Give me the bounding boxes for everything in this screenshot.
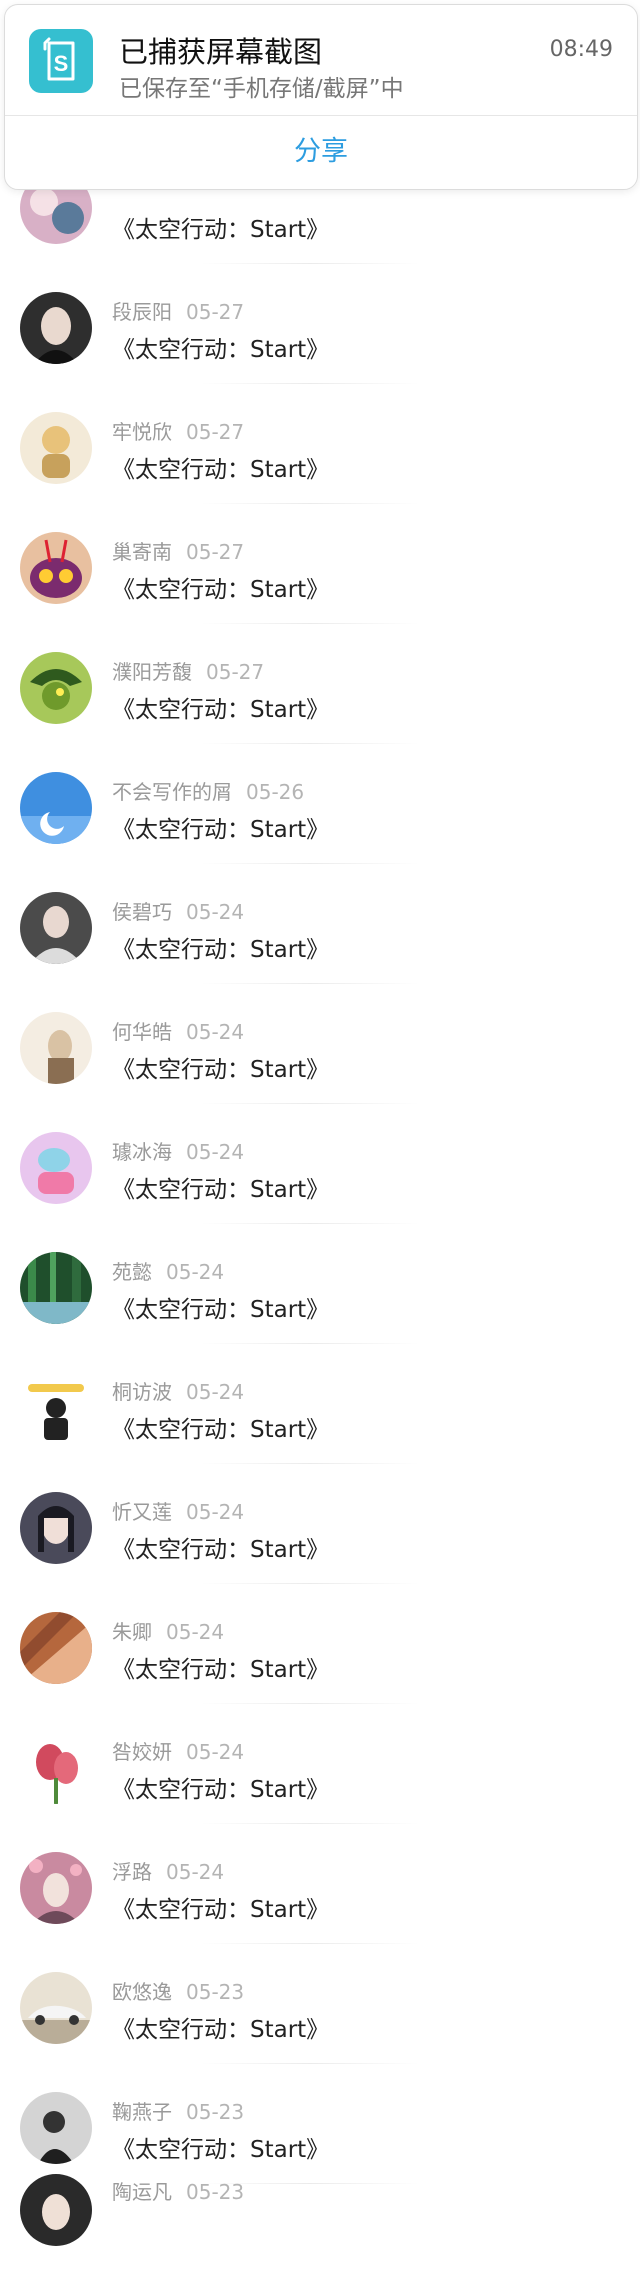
avatar[interactable] bbox=[20, 2174, 92, 2246]
post-date: 05-23 bbox=[186, 1980, 245, 2004]
avatar[interactable] bbox=[20, 1732, 92, 1804]
post-date: 05-27 bbox=[206, 660, 265, 684]
avatar[interactable] bbox=[20, 1132, 92, 1204]
author-name[interactable]: 桐访波 bbox=[112, 1380, 172, 1404]
comment-title[interactable]: 《太空行动：Start》 bbox=[112, 2010, 329, 2044]
avatar[interactable] bbox=[20, 412, 92, 484]
divider bbox=[5, 115, 637, 116]
list-item[interactable]: 巢寄南 05-27 《太空行动：Start》 bbox=[0, 504, 640, 624]
author-name[interactable]: 苑懿 bbox=[112, 1260, 152, 1284]
avatar[interactable] bbox=[20, 652, 92, 724]
screenshot-notification[interactable]: S 已捕获屏幕截图 08:49 已保存至“手机存储/截屏”中 分享 bbox=[4, 4, 638, 190]
comment-title[interactable]: 《太空行动：Start》 bbox=[112, 930, 329, 964]
avatar[interactable] bbox=[20, 1972, 92, 2044]
avatar[interactable] bbox=[20, 1852, 92, 1924]
author-name[interactable]: 牢悦欣 bbox=[112, 420, 172, 444]
comment-title[interactable]: 《太空行动：Start》 bbox=[112, 1530, 329, 1564]
post-date: 05-24 bbox=[186, 1740, 245, 1764]
author-name[interactable]: 不会写作的屑 bbox=[112, 780, 232, 804]
avatar[interactable] bbox=[20, 772, 92, 844]
post-date: 05-26 bbox=[246, 780, 305, 804]
screenshot-app-icon: S bbox=[29, 29, 93, 93]
post-date: 05-24 bbox=[166, 1860, 225, 1884]
comment-title[interactable]: 《太空行动：Start》 bbox=[112, 1290, 329, 1324]
post-date: 05-24 bbox=[186, 900, 245, 924]
comment-title[interactable]: 《太空行动：Start》 bbox=[112, 1170, 329, 1204]
list-item[interactable]: 朱卿 05-24 《太空行动：Start》 bbox=[0, 1584, 640, 1704]
post-date: 05-24 bbox=[166, 1260, 225, 1284]
post-date: 05-23 bbox=[186, 2100, 245, 2124]
list-item[interactable]: 咎姣妍 05-24 《太空行动：Start》 bbox=[0, 1704, 640, 1824]
avatar[interactable] bbox=[20, 1372, 92, 1444]
post-date: 05-24 bbox=[186, 1140, 245, 1164]
comment-title[interactable]: 《太空行动：Start》 bbox=[112, 1890, 329, 1924]
author-name[interactable]: 欧悠逸 bbox=[112, 1980, 172, 2004]
list-item[interactable]: 不会写作的屑 05-26 《太空行动：Start》 bbox=[0, 744, 640, 864]
author-name[interactable]: 璩冰海 bbox=[112, 1140, 172, 1164]
comment-title[interactable]: 《太空行动：Start》 bbox=[112, 2130, 329, 2164]
post-date: 05-23 bbox=[186, 2180, 245, 2204]
post-date: 05-24 bbox=[186, 1500, 245, 1524]
avatar[interactable] bbox=[20, 2092, 92, 2164]
list-item[interactable]: 陶运凡 05-23 bbox=[0, 2160, 640, 2280]
avatar[interactable] bbox=[20, 1252, 92, 1324]
author-name[interactable]: 浮路 bbox=[112, 1860, 152, 1884]
list-item[interactable]: 濮阳芳馥 05-27 《太空行动：Start》 bbox=[0, 624, 640, 744]
list-item[interactable]: 牢悦欣 05-27 《太空行动：Start》 bbox=[0, 384, 640, 504]
author-name[interactable]: 咎姣妍 bbox=[112, 1740, 172, 1764]
avatar[interactable] bbox=[20, 532, 92, 604]
post-date: 05-27 bbox=[186, 540, 245, 564]
avatar[interactable] bbox=[20, 892, 92, 964]
comment-title[interactable]: 《太空行动：Start》 bbox=[112, 330, 329, 364]
comment-title[interactable]: 《太空行动：Start》 bbox=[112, 1050, 329, 1084]
author-name[interactable]: 鞠燕子 bbox=[112, 2100, 172, 2124]
list-item[interactable]: 璩冰海 05-24 《太空行动：Start》 bbox=[0, 1104, 640, 1224]
author-name[interactable]: 濮阳芳馥 bbox=[112, 660, 192, 684]
comment-title[interactable]: 《太空行动：Start》 bbox=[112, 1770, 329, 1804]
list-item[interactable]: 何华皓 05-24 《太空行动：Start》 bbox=[0, 984, 640, 1104]
list-item[interactable]: 浮路 05-24 《太空行动：Start》 bbox=[0, 1824, 640, 1944]
author-name[interactable]: 巢寄南 bbox=[112, 540, 172, 564]
avatar[interactable] bbox=[20, 1492, 92, 1564]
list-item[interactable]: 欧悠逸 05-23 《太空行动：Start》 bbox=[0, 1944, 640, 2064]
list-item[interactable]: 忻又莲 05-24 《太空行动：Start》 bbox=[0, 1464, 640, 1584]
avatar[interactable] bbox=[20, 1612, 92, 1684]
avatar[interactable] bbox=[20, 292, 92, 364]
notification-subtitle: 已保存至“手机存储/截屏”中 bbox=[119, 76, 404, 102]
avatar[interactable] bbox=[20, 1012, 92, 1084]
comment-title[interactable]: 《太空行动：Start》 bbox=[112, 690, 329, 724]
post-date: 05-27 bbox=[186, 300, 245, 324]
share-button[interactable]: 分享 bbox=[5, 117, 637, 187]
notification-title: 已捕获屏幕截图 bbox=[119, 35, 323, 69]
post-date: 05-24 bbox=[166, 1620, 225, 1644]
post-date: 05-27 bbox=[186, 420, 245, 444]
comment-title[interactable]: 《太空行动：Start》 bbox=[112, 810, 329, 844]
author-name[interactable]: 段辰阳 bbox=[112, 300, 172, 324]
list-item[interactable]: 段辰阳 05-27 《太空行动：Start》 bbox=[0, 264, 640, 384]
notification-time: 08:49 bbox=[549, 37, 613, 62]
author-name[interactable]: 陶运凡 bbox=[112, 2180, 172, 2204]
post-date: 05-24 bbox=[186, 1020, 245, 1044]
author-name[interactable]: 忻又莲 bbox=[112, 1500, 172, 1524]
comment-title[interactable]: 《太空行动：Start》 bbox=[112, 450, 329, 484]
comment-title[interactable]: 《太空行动：Start》 bbox=[112, 1410, 329, 1444]
comment-title[interactable]: 《太空行动：Start》 bbox=[112, 570, 329, 604]
svg-text:S: S bbox=[54, 51, 69, 76]
comment-title[interactable]: 《太空行动：Start》 bbox=[112, 1650, 329, 1684]
comment-title[interactable]: 《太空行动：Start》 bbox=[112, 210, 329, 244]
author-name[interactable]: 何华皓 bbox=[112, 1020, 172, 1044]
list-item[interactable]: 侯碧巧 05-24 《太空行动：Start》 bbox=[0, 864, 640, 984]
post-date: 05-24 bbox=[186, 1380, 245, 1404]
list-item[interactable]: 苑懿 05-24 《太空行动：Start》 bbox=[0, 1224, 640, 1344]
author-name[interactable]: 朱卿 bbox=[112, 1620, 152, 1644]
author-name[interactable]: 侯碧巧 bbox=[112, 900, 172, 924]
list-item[interactable]: 桐访波 05-24 《太空行动：Start》 bbox=[0, 1344, 640, 1464]
